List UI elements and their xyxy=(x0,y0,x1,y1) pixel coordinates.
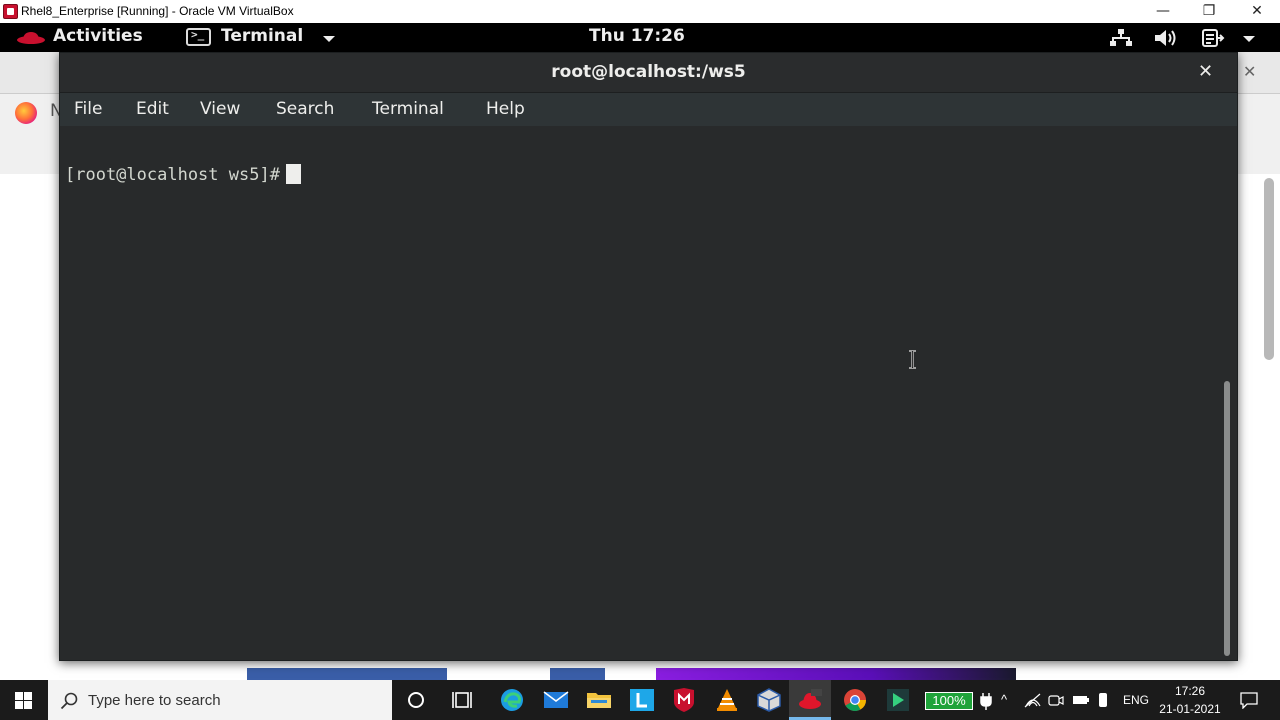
chrome-icon[interactable] xyxy=(842,688,868,712)
power-plug-icon[interactable] xyxy=(980,692,992,710)
language-indicator[interactable]: ENG xyxy=(1123,693,1149,707)
mail-icon[interactable] xyxy=(543,688,569,712)
terminal-menu-bar: File Edit View Search Terminal Help xyxy=(60,93,1237,126)
search-icon xyxy=(60,692,78,710)
virtualbox-icon[interactable] xyxy=(756,688,782,712)
firefox-icon xyxy=(15,102,37,124)
terminal-close-icon[interactable]: ✕ xyxy=(1198,61,1213,82)
system-menu-chevron-icon[interactable] xyxy=(1243,36,1255,42)
file-explorer-icon[interactable] xyxy=(586,688,612,712)
terminal-output-area[interactable]: [root@localhost ws5]# xyxy=(60,126,1220,660)
notification-icon[interactable] xyxy=(1240,691,1258,709)
menu-search[interactable]: Search xyxy=(276,99,334,119)
page-banner-blue xyxy=(247,668,447,680)
start-button[interactable] xyxy=(0,680,48,720)
minimize-button[interactable]: — xyxy=(1140,0,1186,23)
shell-prompt-line: [root@localhost ws5]# xyxy=(65,164,301,185)
virtualbox-vm-icon xyxy=(3,4,18,19)
menu-help[interactable]: Help xyxy=(486,99,525,119)
network-icon[interactable] xyxy=(1108,28,1134,48)
maximize-button[interactable]: ❐ xyxy=(1186,0,1232,23)
terminal-prompt-glyph: >_ xyxy=(191,28,205,41)
terminal-window: root@localhost:/ws5 ✕ File Edit View Sea… xyxy=(59,52,1238,661)
taskbar-date[interactable]: 21-01-2021 xyxy=(1154,702,1226,716)
windows-icon xyxy=(15,692,32,709)
page-banner-blue-small xyxy=(550,668,605,680)
windows-taskbar: Type here to search 100% ^ ENG 17:26 21-… xyxy=(0,680,1280,720)
rhel-vm-icon[interactable] xyxy=(797,688,823,712)
ibeam-cursor-icon xyxy=(909,350,916,369)
volume-icon[interactable] xyxy=(1153,28,1179,48)
wifi-icon[interactable] xyxy=(1024,692,1042,708)
tray-chevron-up-icon[interactable]: ^ xyxy=(1001,692,1007,707)
firefox-close-icon[interactable]: ✕ xyxy=(1243,62,1256,81)
terminal-app-icon[interactable]: >_ xyxy=(186,28,211,46)
menu-view[interactable]: View xyxy=(200,99,240,119)
usb-device-icon[interactable] xyxy=(1098,692,1108,708)
chevron-down-icon[interactable] xyxy=(323,36,335,42)
close-button[interactable]: ✕ xyxy=(1234,0,1280,23)
app-menu-button[interactable]: Terminal xyxy=(221,26,303,46)
menu-file[interactable]: File xyxy=(74,99,102,119)
taskbar-search-box[interactable]: Type here to search xyxy=(48,680,392,720)
terminal-header-bar[interactable]: root@localhost:/ws5 ✕ xyxy=(60,53,1237,93)
text-cursor xyxy=(285,164,301,184)
window-title: Rhel8_Enterprise [Running] - Oracle VM V… xyxy=(21,4,294,18)
battery-icon[interactable] xyxy=(1072,692,1090,708)
l-app-icon[interactable] xyxy=(629,688,655,712)
redhat-icon xyxy=(17,32,45,44)
clock[interactable]: Thu 17:26 xyxy=(589,26,685,46)
terminal-title: root@localhost:/ws5 xyxy=(551,62,746,82)
meet-now-icon[interactable] xyxy=(1048,692,1064,708)
edge-icon[interactable] xyxy=(499,688,525,712)
gnome-top-bar: Activities >_ Terminal Thu 17:26 xyxy=(0,23,1280,52)
menu-edit[interactable]: Edit xyxy=(136,99,169,119)
taskbar-time[interactable]: 17:26 xyxy=(1160,684,1220,698)
firefox-scrollbar[interactable] xyxy=(1264,178,1274,360)
task-view-icon[interactable] xyxy=(451,688,477,712)
search-placeholder: Type here to search xyxy=(88,692,221,709)
power-menu-icon[interactable] xyxy=(1200,28,1226,48)
menu-terminal[interactable]: Terminal xyxy=(372,99,444,119)
vlc-icon[interactable] xyxy=(714,688,740,712)
shell-prompt: [root@localhost ws5]# xyxy=(65,165,280,185)
cortana-icon[interactable] xyxy=(404,688,428,712)
terminal-scrollbar-thumb[interactable] xyxy=(1224,381,1230,656)
activities-button[interactable]: Activities xyxy=(53,26,143,46)
battery-percentage-badge[interactable]: 100% xyxy=(925,692,973,710)
mcafee-icon[interactable] xyxy=(671,688,697,712)
green-arrow-app-icon[interactable] xyxy=(885,688,911,712)
page-banner-purple xyxy=(656,668,1016,680)
virtualbox-titlebar: Rhel8_Enterprise [Running] - Oracle VM V… xyxy=(0,0,1280,23)
